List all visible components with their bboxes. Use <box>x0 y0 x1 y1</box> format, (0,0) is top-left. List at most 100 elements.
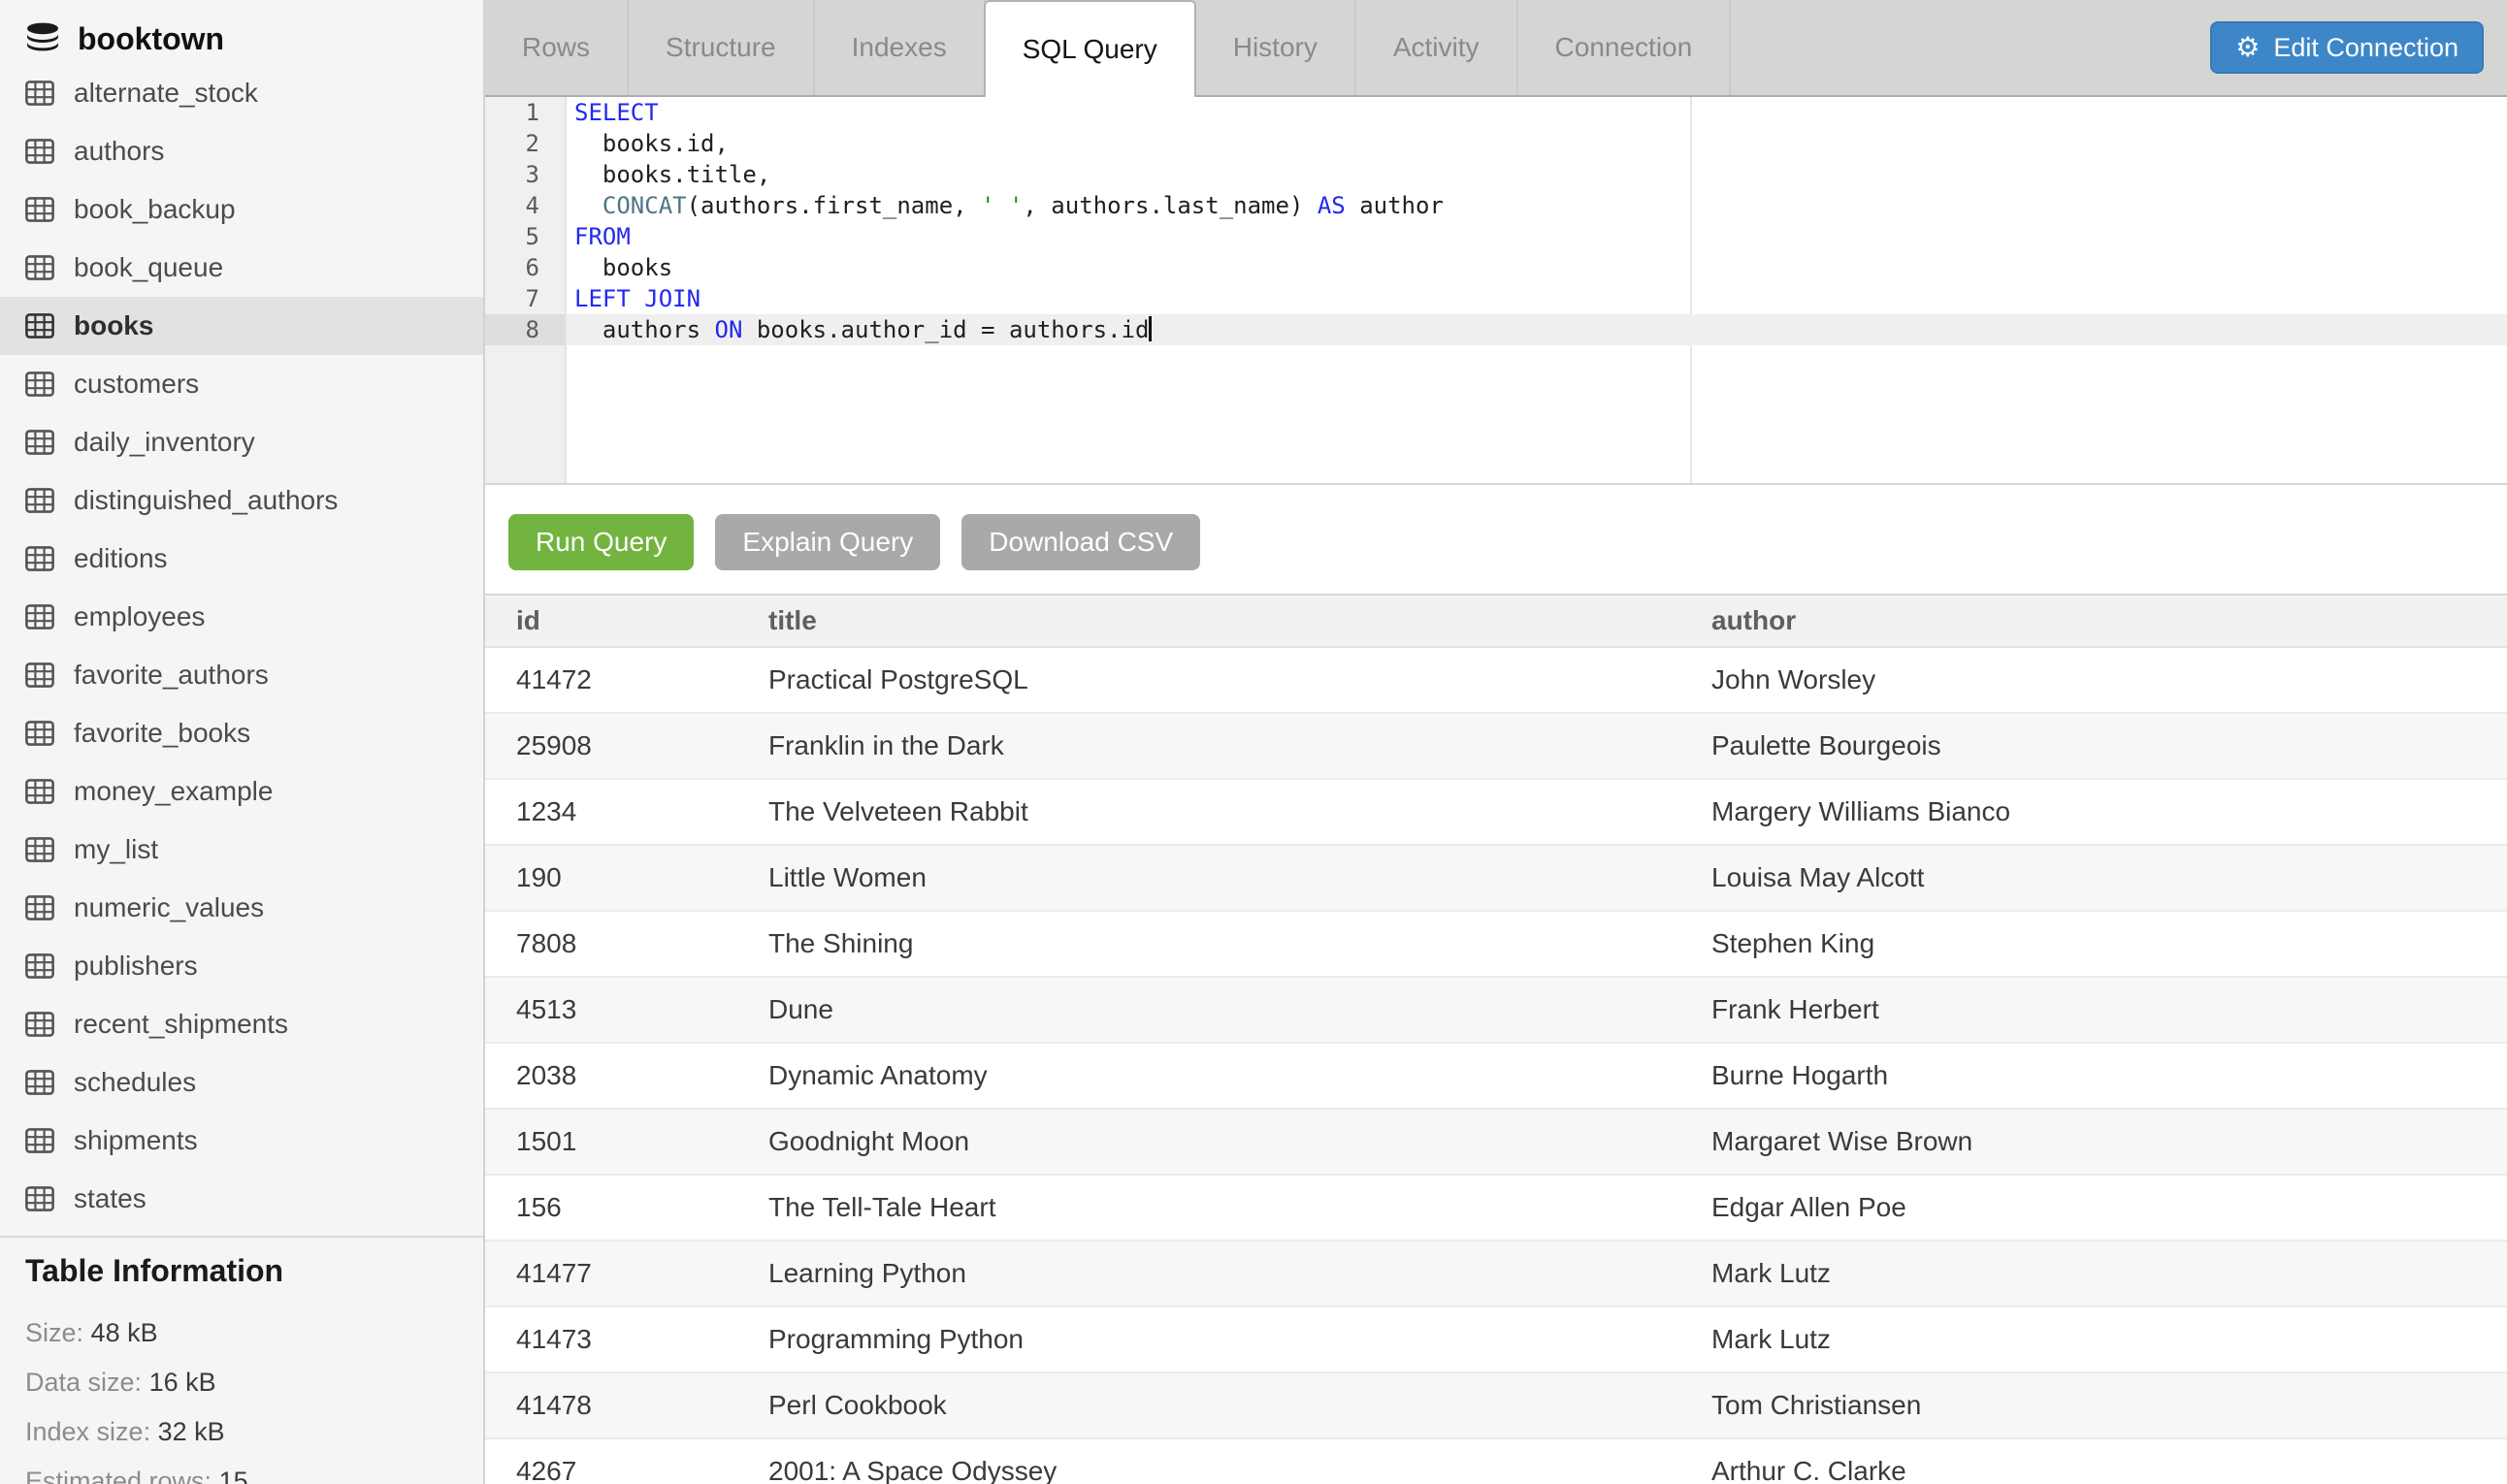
cell-title[interactable]: Perl Cookbook <box>768 1372 1711 1438</box>
cell-author[interactable]: Arthur C. Clarke <box>1711 1438 2507 1484</box>
sidebar-item-states[interactable]: states <box>0 1170 483 1228</box>
line-number-3: 3 <box>485 159 565 190</box>
cell-title[interactable]: The Shining <box>768 911 1711 977</box>
cell-title[interactable]: Dune <box>768 977 1711 1043</box>
explain-query-button[interactable]: Explain Query <box>715 514 940 570</box>
cell-id[interactable]: 41472 <box>485 647 768 713</box>
sidebar-item-recent_shipments[interactable]: recent_shipments <box>0 995 483 1053</box>
result-row-41473[interactable]: 41473Programming PythonMark Lutz <box>485 1307 2507 1372</box>
sql-line-4: CONCAT(authors.first_name, ' ', authors.… <box>574 190 2507 221</box>
cell-author[interactable]: Louisa May Alcott <box>1711 845 2507 911</box>
table-size-line: Size: 48 kB <box>25 1318 458 1348</box>
result-row-1501[interactable]: 1501Goodnight MoonMargaret Wise Brown <box>485 1109 2507 1175</box>
sidebar-item-distinguished_authors[interactable]: distinguished_authors <box>0 471 483 530</box>
cell-author[interactable]: Frank Herbert <box>1711 977 2507 1043</box>
tab-structure[interactable]: Structure <box>629 0 815 95</box>
cell-title[interactable]: The Velveteen Rabbit <box>768 779 1711 845</box>
cell-id[interactable]: 156 <box>485 1175 768 1241</box>
sidebar-item-books[interactable]: books <box>0 297 483 355</box>
cell-author[interactable]: Edgar Allen Poe <box>1711 1175 2507 1241</box>
sidebar-item-shipments[interactable]: shipments <box>0 1112 483 1170</box>
result-row-41478[interactable]: 41478Perl CookbookTom Christiansen <box>485 1372 2507 1438</box>
cell-title[interactable]: Franklin in the Dark <box>768 713 1711 779</box>
result-row-1234[interactable]: 1234The Velveteen RabbitMargery Williams… <box>485 779 2507 845</box>
sidebar-item-employees[interactable]: employees <box>0 588 483 646</box>
cell-author[interactable]: Margery Williams Bianco <box>1711 779 2507 845</box>
column-header-id: id <box>485 595 768 647</box>
result-row-41477[interactable]: 41477Learning PythonMark Lutz <box>485 1241 2507 1307</box>
cell-id[interactable]: 25908 <box>485 713 768 779</box>
cell-author[interactable]: Mark Lutz <box>1711 1241 2507 1307</box>
result-row-4267[interactable]: 42672001: A Space OdysseyArthur C. Clark… <box>485 1438 2507 1484</box>
tab-sql-query[interactable]: SQL Query <box>984 0 1196 97</box>
cell-author[interactable]: Tom Christiansen <box>1711 1372 2507 1438</box>
cell-id[interactable]: 41478 <box>485 1372 768 1438</box>
query-actions: Run Query Explain Query Download CSV <box>485 485 2507 594</box>
cell-title[interactable]: Programming Python <box>768 1307 1711 1372</box>
cell-author[interactable]: Margaret Wise Brown <box>1711 1109 2507 1175</box>
tab-history[interactable]: History <box>1196 0 1356 95</box>
sidebar-item-customers[interactable]: customers <box>0 355 483 413</box>
result-row-190[interactable]: 190Little WomenLouisa May Alcott <box>485 845 2507 911</box>
sidebar-item-book_queue[interactable]: book_queue <box>0 239 483 297</box>
result-row-41472[interactable]: 41472Practical PostgreSQLJohn Worsley <box>485 647 2507 713</box>
sidebar-item-my_list[interactable]: my_list <box>0 821 483 879</box>
table-name-label: daily_inventory <box>74 427 255 458</box>
table-icon <box>25 604 54 629</box>
cell-author[interactable]: Paulette Bourgeois <box>1711 713 2507 779</box>
result-row-25908[interactable]: 25908Franklin in the DarkPaulette Bourge… <box>485 713 2507 779</box>
result-row-4513[interactable]: 4513DuneFrank Herbert <box>485 977 2507 1043</box>
estimated-rows-line: Estimated rows: 15 <box>25 1467 458 1484</box>
sidebar-item-publishers[interactable]: publishers <box>0 937 483 995</box>
database-header: booktown <box>0 0 483 64</box>
cell-title[interactable]: Dynamic Anatomy <box>768 1043 1711 1109</box>
cell-title[interactable]: Little Women <box>768 845 1711 911</box>
cell-title[interactable]: The Tell-Tale Heart <box>768 1175 1711 1241</box>
tab-activity[interactable]: Activity <box>1356 0 1518 95</box>
sidebar-item-authors[interactable]: authors <box>0 122 483 180</box>
sql-code-area[interactable]: SELECT books.id, books.title, CONCAT(aut… <box>567 97 2507 483</box>
sidebar-item-editions[interactable]: editions <box>0 530 483 588</box>
table-icon <box>25 953 54 979</box>
tab-connection[interactable]: Connection <box>1518 0 1732 95</box>
result-row-156[interactable]: 156The Tell-Tale HeartEdgar Allen Poe <box>485 1175 2507 1241</box>
cell-id[interactable]: 41477 <box>485 1241 768 1307</box>
cell-id[interactable]: 4267 <box>485 1438 768 1484</box>
run-query-button[interactable]: Run Query <box>508 514 694 570</box>
sql-editor[interactable]: 12345678 SELECT books.id, books.title, C… <box>485 97 2507 485</box>
cell-author[interactable]: Burne Hogarth <box>1711 1043 2507 1109</box>
cell-id[interactable]: 2038 <box>485 1043 768 1109</box>
sidebar-item-favorite_authors[interactable]: favorite_authors <box>0 646 483 704</box>
result-row-7808[interactable]: 7808The ShiningStephen King <box>485 911 2507 977</box>
table-name-label: book_backup <box>74 194 236 225</box>
sidebar-item-schedules[interactable]: schedules <box>0 1053 483 1112</box>
table-icon <box>25 546 54 571</box>
cell-author[interactable]: Mark Lutz <box>1711 1307 2507 1372</box>
cell-title[interactable]: Practical PostgreSQL <box>768 647 1711 713</box>
cell-id[interactable]: 4513 <box>485 977 768 1043</box>
cell-title[interactable]: Learning Python <box>768 1241 1711 1307</box>
table-icon <box>25 837 54 862</box>
sidebar-item-money_example[interactable]: money_example <box>0 762 483 821</box>
tab-indexes[interactable]: Indexes <box>815 0 986 95</box>
sidebar-item-book_backup[interactable]: book_backup <box>0 180 483 239</box>
cell-id[interactable]: 1234 <box>485 779 768 845</box>
tab-rows[interactable]: Rows <box>485 0 629 95</box>
edit-connection-button[interactable]: ⚙ Edit Connection <box>2210 21 2484 74</box>
cell-id[interactable]: 41473 <box>485 1307 768 1372</box>
cell-title[interactable]: Goodnight Moon <box>768 1109 1711 1175</box>
cell-id[interactable]: 1501 <box>485 1109 768 1175</box>
sidebar-item-alternate_stock[interactable]: alternate_stock <box>0 64 483 122</box>
sidebar-item-numeric_values[interactable]: numeric_values <box>0 879 483 937</box>
sidebar-item-favorite_books[interactable]: favorite_books <box>0 704 483 762</box>
cell-author[interactable]: John Worsley <box>1711 647 2507 713</box>
table-name-label: authors <box>74 136 164 167</box>
cell-title[interactable]: 2001: A Space Odyssey <box>768 1438 1711 1484</box>
result-row-2038[interactable]: 2038Dynamic AnatomyBurne Hogarth <box>485 1043 2507 1109</box>
sidebar-item-daily_inventory[interactable]: daily_inventory <box>0 413 483 471</box>
download-csv-button[interactable]: Download CSV <box>961 514 1200 570</box>
line-number-1: 1 <box>485 97 565 128</box>
cell-author[interactable]: Stephen King <box>1711 911 2507 977</box>
cell-id[interactable]: 7808 <box>485 911 768 977</box>
cell-id[interactable]: 190 <box>485 845 768 911</box>
